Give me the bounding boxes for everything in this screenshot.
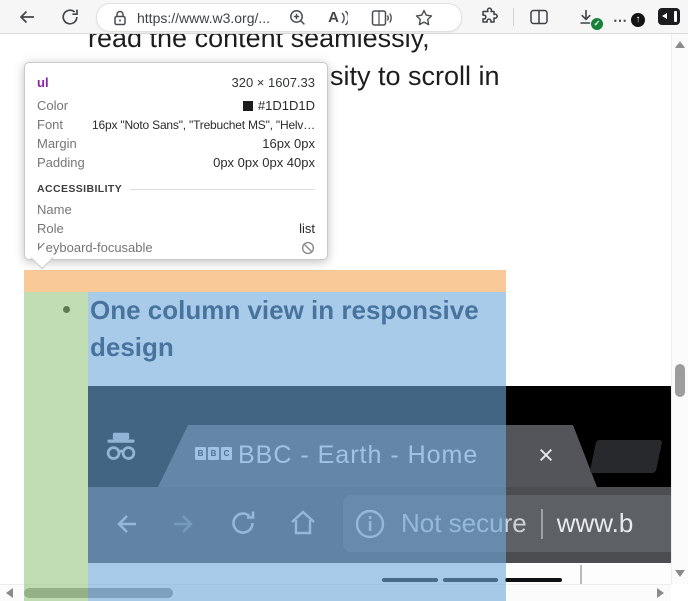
url-text[interactable]: https://www.w3.org/...: [137, 10, 270, 26]
padding-label: Padding: [37, 155, 85, 170]
toolbar-divider: [513, 8, 514, 26]
update-badge: ↑: [631, 13, 645, 27]
settings-more-icon[interactable]: ⋯: [613, 12, 628, 29]
page-content-divider: [580, 565, 582, 584]
page-content-line: [505, 578, 562, 582]
padding-value: 0px 0px 0px 40px: [213, 155, 315, 170]
scroll-down-arrow[interactable]: [675, 570, 685, 577]
highlight-margin-overlay: [24, 270, 506, 292]
browser-toolbar: https://www.w3.org/... A: [0, 0, 688, 34]
vertical-scrollbar-thumb[interactable]: [675, 364, 685, 397]
name-label: Name: [37, 202, 72, 217]
extensions-icon[interactable]: [479, 7, 499, 27]
back-button[interactable]: [17, 7, 37, 27]
tab-close-icon: ×: [534, 439, 558, 471]
highlight-content-overlay: [88, 292, 506, 601]
margin-value: 16px 0px: [262, 136, 315, 151]
refresh-button[interactable]: [60, 7, 80, 27]
zoom-icon[interactable]: [288, 8, 308, 28]
scroll-left-arrow[interactable]: [6, 588, 13, 598]
color-swatch: [243, 101, 253, 111]
download-done-badge: ✓: [590, 17, 604, 31]
font-value: 16px "Noto Sans", "Trebuchet MS", "Helv…: [71, 118, 315, 132]
lock-icon[interactable]: [111, 8, 129, 28]
favorites-star-icon[interactable]: [414, 8, 434, 28]
section-divider: [130, 189, 315, 190]
url-divider: [541, 509, 543, 539]
sidebar-bar: [674, 11, 677, 22]
address-bar[interactable]: https://www.w3.org/... A: [96, 3, 462, 32]
url-domain-text: www.b: [557, 508, 634, 539]
accessibility-section-title: ACCESSIBILITY: [37, 183, 122, 195]
font-label: Font: [37, 117, 63, 132]
role-label: Role: [37, 221, 64, 236]
highlight-padding-overlay: [24, 292, 88, 601]
read-aloud-wave-icon: [340, 10, 348, 26]
split-screen-icon[interactable]: [529, 8, 549, 26]
scroll-right-arrow[interactable]: [657, 588, 664, 598]
sidebar-arrow: [662, 13, 667, 19]
inspect-tooltip: ul 320 × 1607.33 Color #1D1D1D Font 16px…: [24, 62, 328, 260]
margin-label: Margin: [37, 136, 77, 151]
color-value: #1D1D1D: [258, 98, 315, 113]
role-value: list: [299, 221, 315, 236]
vertical-scrollbar-track[interactable]: [671, 33, 688, 584]
element-dimensions: 320 × 1607.33: [232, 75, 316, 90]
inactive-tab-shape: [589, 440, 662, 473]
sidebar-toggle-icon[interactable]: [658, 8, 680, 25]
screenshot-root: read the content seamlessly, sity to scr…: [0, 0, 688, 601]
read-aloud-icon[interactable]: A: [328, 9, 339, 26]
keyboard-focusable-label: Keyboard-focusable: [37, 240, 153, 255]
scroll-up-arrow[interactable]: [675, 41, 685, 48]
immersive-reader-icon[interactable]: [370, 8, 392, 28]
element-tag: ul: [37, 75, 49, 90]
color-label: Color: [37, 98, 68, 113]
not-focusable-icon: [301, 241, 315, 255]
page-paragraph-line2-fragment: sity to scroll in: [330, 59, 500, 93]
